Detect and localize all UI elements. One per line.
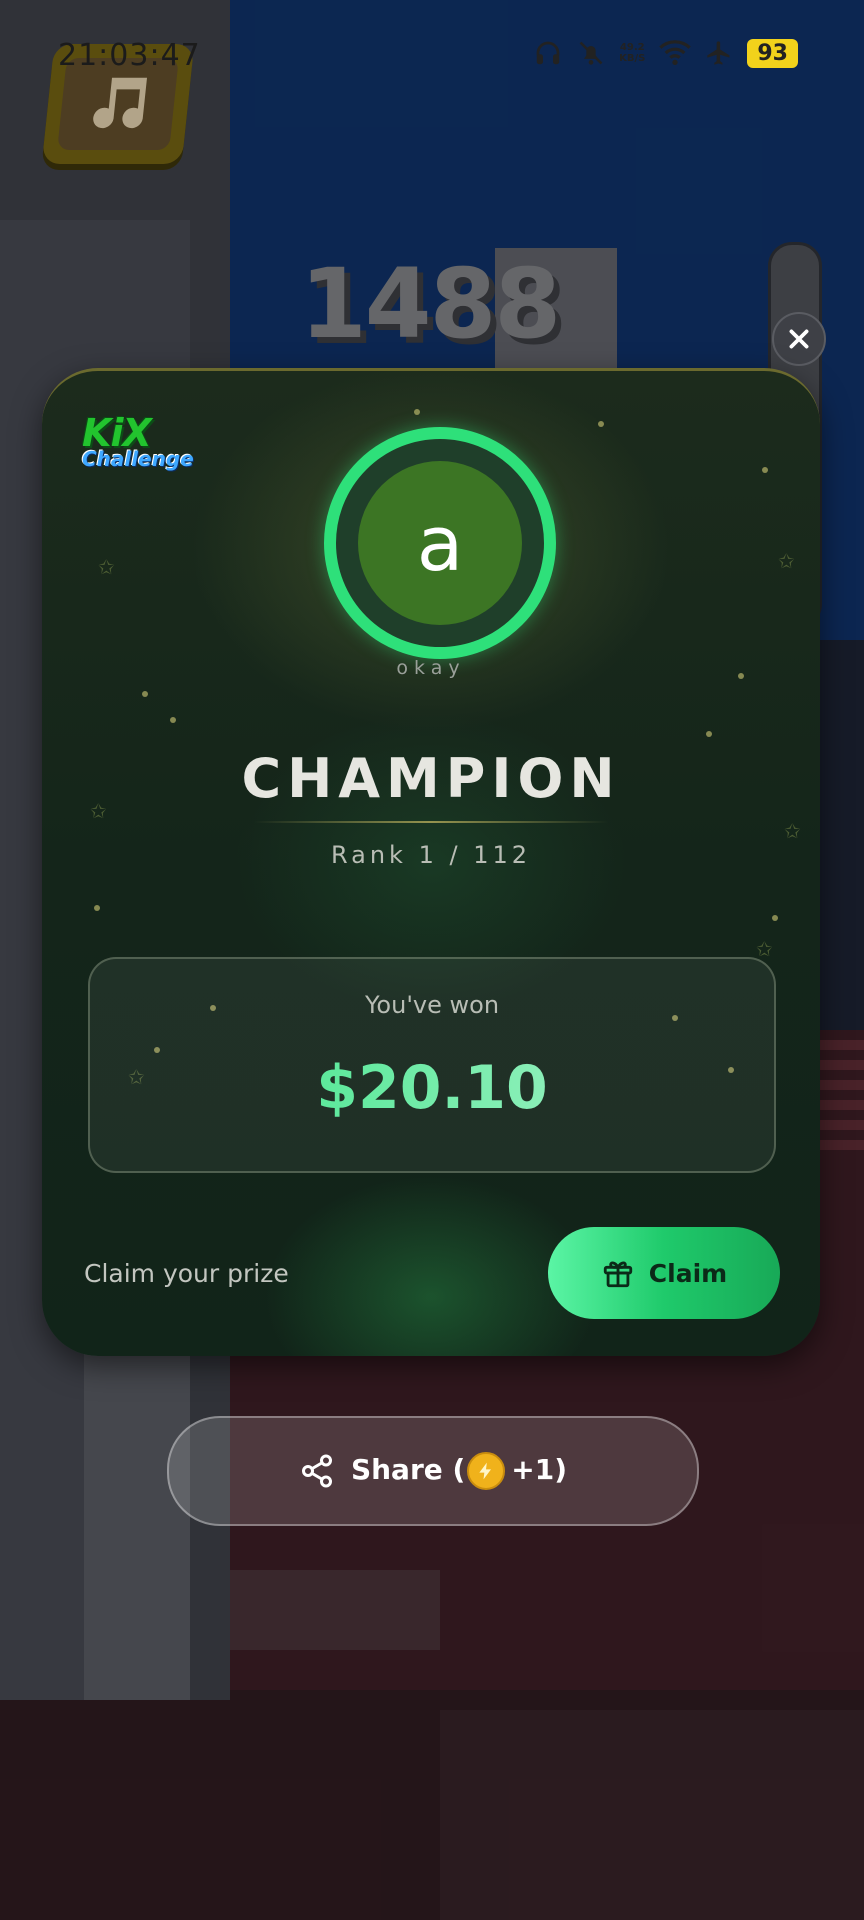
result-title: CHAMPION [241,747,621,810]
wifi-icon [659,40,692,65]
share-label-suffix: +1) [511,1453,568,1486]
claim-button[interactable]: Claim [548,1227,780,1319]
airplane-icon [707,41,730,65]
claim-label: Claim [648,1258,728,1288]
prize-amount: $20.10 [90,1053,774,1123]
star-decoration: ✩ [756,937,773,961]
network-speed-unit: KB/S [619,53,646,64]
prize-box: You've won $20.10 [88,957,776,1173]
rank-text: Rank 1 / 112 [330,841,531,869]
bell-muted-icon [579,41,603,65]
sparkle [598,421,604,427]
sparkle [772,915,778,921]
username: okay [396,657,466,679]
avatar-letter: a [358,461,522,625]
sparkle [762,467,768,473]
sparkle [142,691,148,697]
battery-level: 93 [747,38,798,68]
prize-label: You've won [364,991,500,1019]
status-time: 21:03:47 [58,38,201,73]
status-icons: 49.2 KB/S 93 [533,38,798,68]
star-decoration: ✩ [784,819,801,843]
network-speed-value: 49.2 [619,42,645,53]
kix-challenge-logo: KiX Challenge [82,411,194,475]
close-button[interactable] [772,312,826,366]
lightning-icon [467,1452,506,1490]
network-speed: 49.2 KB/S [619,42,645,64]
logo-challenge: Challenge [82,447,194,471]
sparkle [414,409,420,415]
share-button[interactable]: Share ( +1) [167,1416,699,1526]
sparkle [706,731,712,737]
share-label: Share ( +1) [351,1452,567,1490]
result-card: ✩ ✩ ✩ ✩ ✩ ✩ KiX Challenge a okay CHAMPIO… [42,368,820,1356]
share-icon [301,1454,332,1488]
star-decoration: ✩ [778,549,795,573]
sparkle [170,717,176,723]
headphones-icon [536,41,560,65]
share-label-prefix: Share ( [350,1453,466,1486]
close-icon [789,329,809,349]
title-divider [254,821,608,823]
gift-icon [603,1261,632,1288]
star-decoration: ✩ [98,555,115,579]
sparkle [94,905,100,911]
claim-prompt: Claim your prize [84,1259,289,1288]
avatar: a [324,427,556,659]
status-bar: 21:03:47 49.2 KB/S 93 [0,0,864,110]
